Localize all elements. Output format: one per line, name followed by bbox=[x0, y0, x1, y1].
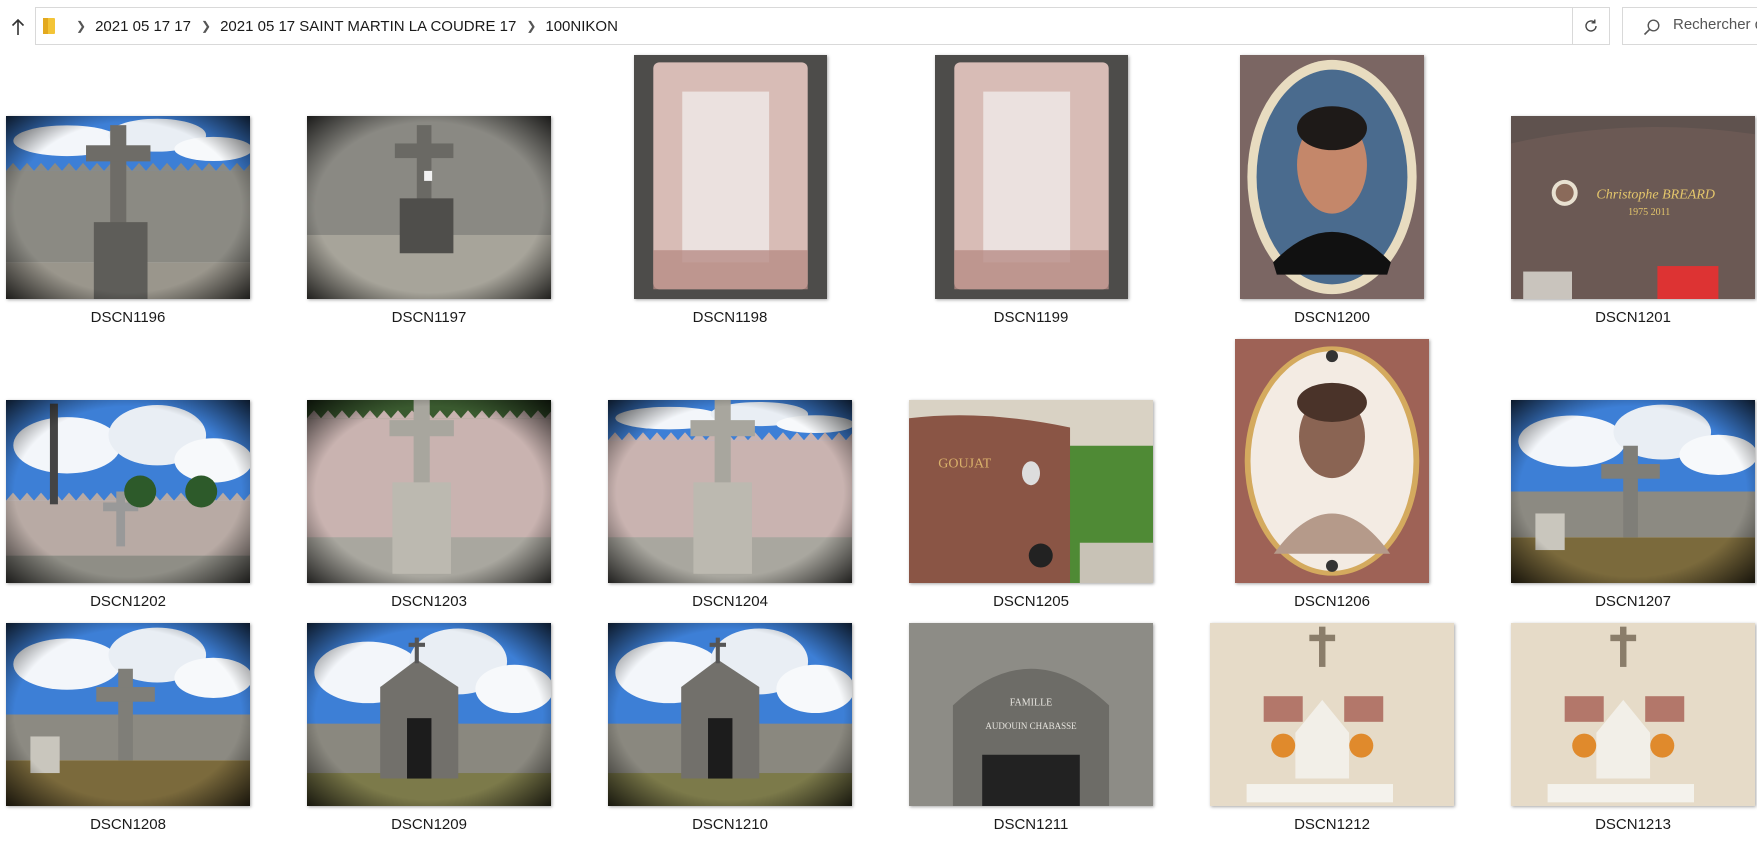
thumbnail-image[interactable]: GOUJAT bbox=[909, 400, 1153, 583]
thumbnail-image[interactable] bbox=[1235, 339, 1429, 583]
thumbnail-image[interactable] bbox=[634, 55, 827, 299]
file-thumbnail-grid: DSCN1196 DSCN1197 DSCN1198 DSCN1199 DSCN120… bbox=[0, 0, 1757, 841]
thumbnail-image[interactable] bbox=[1511, 623, 1755, 806]
thumbnail-image[interactable]: FAMILLE AUDOUIN CHABASSE bbox=[909, 623, 1153, 806]
thumbnail-image[interactable] bbox=[1511, 400, 1755, 583]
file-name-label[interactable]: DSCN1202 bbox=[6, 593, 250, 610]
svg-text:GOUJAT: GOUJAT bbox=[938, 457, 991, 472]
file-name-label[interactable]: DSCN1203 bbox=[307, 593, 551, 610]
thumbnail-image[interactable]: Christophe BREARD 1975 2011 bbox=[1511, 116, 1755, 299]
thumbnail-image[interactable] bbox=[307, 116, 551, 299]
thumbnail-image[interactable] bbox=[307, 400, 551, 583]
file-name-label[interactable]: DSCN1213 bbox=[1511, 816, 1755, 833]
file-name-label[interactable]: DSCN1197 bbox=[307, 309, 551, 326]
file-name-label[interactable]: DSCN1209 bbox=[307, 816, 551, 833]
file-name-label[interactable]: DSCN1204 bbox=[608, 593, 852, 610]
file-name-label[interactable]: DSCN1200 bbox=[1210, 309, 1454, 326]
svg-text:Christophe BREARD: Christophe BREARD bbox=[1596, 187, 1715, 202]
file-name-label[interactable]: DSCN1201 bbox=[1511, 309, 1755, 326]
file-name-label[interactable]: DSCN1207 bbox=[1511, 593, 1755, 610]
thumbnail-image[interactable] bbox=[6, 116, 250, 299]
svg-text:1975 2011: 1975 2011 bbox=[1628, 207, 1670, 218]
file-name-label[interactable]: DSCN1210 bbox=[608, 816, 852, 833]
thumbnail-image[interactable] bbox=[307, 623, 551, 806]
thumbnail-image[interactable] bbox=[608, 400, 852, 583]
svg-text:AUDOUIN CHABASSE: AUDOUIN CHABASSE bbox=[985, 721, 1077, 731]
file-name-label[interactable]: DSCN1206 bbox=[1210, 593, 1454, 610]
file-name-label[interactable]: DSCN1212 bbox=[1210, 816, 1454, 833]
file-name-label[interactable]: DSCN1211 bbox=[909, 816, 1153, 833]
file-name-label[interactable]: DSCN1208 bbox=[6, 816, 250, 833]
thumbnail-image[interactable] bbox=[6, 400, 250, 583]
thumbnail-image[interactable] bbox=[608, 623, 852, 806]
file-name-label[interactable]: DSCN1205 bbox=[909, 593, 1153, 610]
thumbnail-image[interactable] bbox=[1240, 55, 1424, 299]
svg-text:FAMILLE: FAMILLE bbox=[1010, 697, 1053, 708]
file-name-label[interactable]: DSCN1199 bbox=[909, 309, 1153, 326]
thumbnail-image[interactable] bbox=[6, 623, 250, 806]
file-name-label[interactable]: DSCN1198 bbox=[608, 309, 852, 326]
file-name-label[interactable]: DSCN1196 bbox=[6, 309, 250, 326]
thumbnail-image[interactable] bbox=[935, 55, 1128, 299]
thumbnail-image[interactable] bbox=[1210, 623, 1454, 806]
